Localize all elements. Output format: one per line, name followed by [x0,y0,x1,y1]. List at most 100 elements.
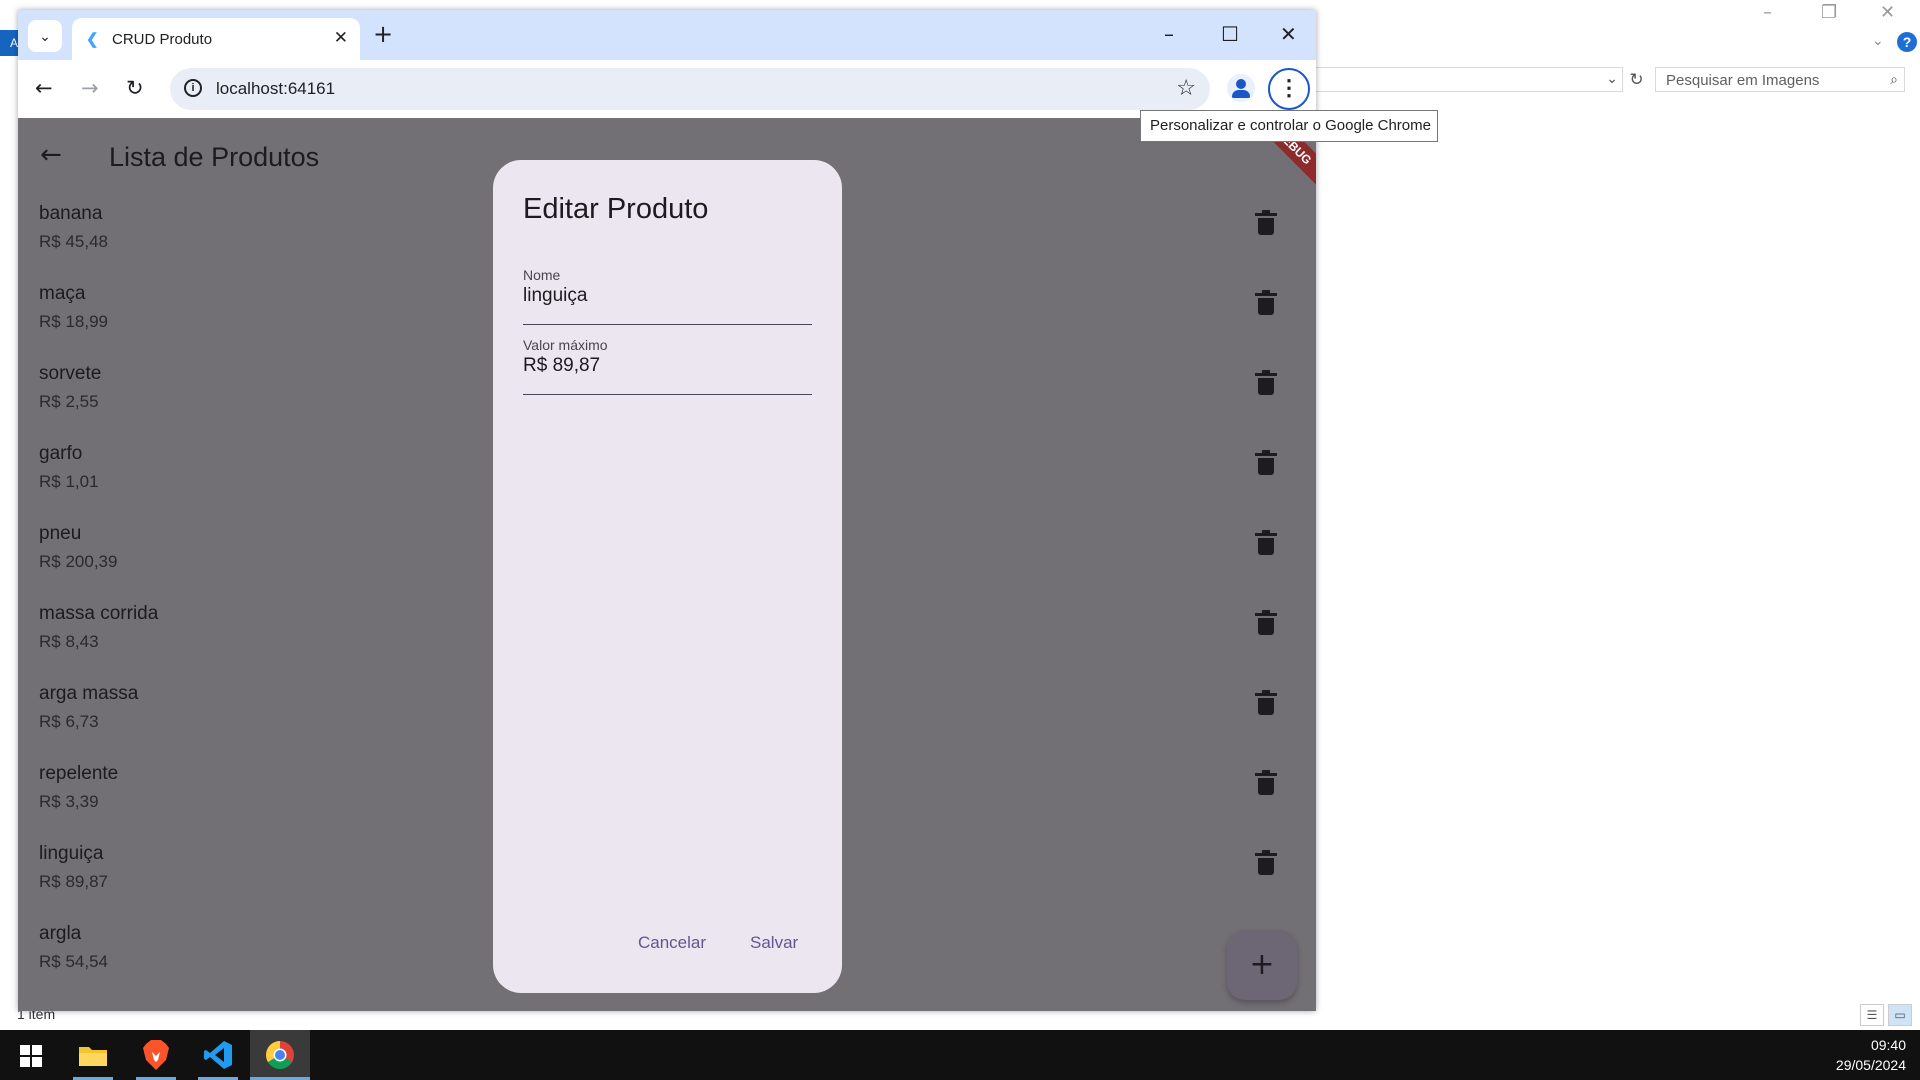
forward-icon[interactable]: → [81,74,99,102]
back-arrow-icon[interactable]: ← [40,140,62,170]
back-icon[interactable]: ← [35,74,53,102]
site-info-icon[interactable]: i [184,79,202,97]
nome-label: Nome [523,267,561,283]
tab-search-button[interactable]: ⌄ [28,20,62,52]
edit-product-dialog: Editar Produto Nome linguiça Valor máxim… [493,160,842,993]
explorer-restore-button[interactable]: ❐ [1821,2,1837,23]
address-bar[interactable]: i localhost:64161 ☆ [170,68,1210,110]
trash-lid [1255,373,1277,376]
product-price: R$ 6,73 [39,712,99,731]
url-text[interactable]: localhost:64161 [216,79,335,99]
details-view-icon[interactable]: ☰ [1860,1004,1884,1026]
browser-toolbar: ← → ↻ i localhost:64161 ☆ ⋮ [18,60,1316,118]
trash-lid [1255,773,1277,776]
nome-field[interactable]: Nome linguiça [523,267,812,325]
product-name: pneu [39,523,82,544]
product-price: R$ 8,43 [39,632,99,651]
explorer-search-input[interactable]: Pesquisar em Imagens ⌕ [1655,67,1905,92]
minimize-button[interactable]: – [1164,22,1174,46]
trash-lid [1255,853,1277,856]
clock-date: 29/05/2024 [1835,1057,1906,1073]
delete-icon[interactable] [1255,850,1277,876]
product-price: R$ 2,55 [39,392,99,411]
trash-lid [1255,533,1277,536]
product-price: R$ 54,54 [39,952,108,971]
ribbon-collapse-icon[interactable]: ⌄ [1872,32,1884,49]
close-window-button[interactable]: ✕ [1280,22,1297,46]
new-tab-button[interactable]: + [373,22,393,46]
chrome-icon [266,1041,294,1069]
help-icon[interactable]: ? [1897,32,1917,52]
explorer-minimize-button[interactable]: – [1763,2,1772,23]
trash-lid [1255,213,1277,216]
trash-bin [1258,218,1274,235]
valor-input[interactable]: R$ 89,87 [523,355,600,377]
valor-label: Valor máximo [523,337,608,353]
delete-icon[interactable] [1255,530,1277,556]
delete-icon[interactable] [1255,210,1277,236]
tab-title: CRUD Produto [112,31,213,48]
search-icon: ⌕ [1890,71,1898,87]
vscode-taskbar-icon[interactable] [188,1030,248,1080]
file-explorer-taskbar-icon[interactable] [63,1030,123,1080]
cancel-button[interactable]: Cancelar [638,933,706,953]
trash-bin [1258,778,1274,795]
trash-lid [1255,613,1277,616]
tab-strip: ⌄ ❮ CRUD Produto ✕ + – ☐ ✕ [18,10,1316,60]
page-viewport: ← Lista de Produtos DEBUG banana R$ 45,48… [18,118,1316,1011]
product-name: arga massa [39,683,139,704]
search-placeholder: Pesquisar em Imagens [1666,72,1820,89]
brave-taskbar-icon[interactable] [126,1030,186,1080]
maximize-button[interactable]: ☐ [1221,22,1239,46]
product-name: banana [39,203,103,224]
delete-icon[interactable] [1255,370,1277,396]
tab-crud-produto[interactable]: ❮ CRUD Produto ✕ [72,18,360,60]
delete-icon[interactable] [1255,690,1277,716]
delete-icon[interactable] [1255,610,1277,636]
chrome-window: ⌄ ❮ CRUD Produto ✕ + – ☐ ✕ ← → ↻ i local… [18,10,1316,1011]
product-name: massa corrida [39,603,159,624]
bookmark-star-icon[interactable]: ☆ [1176,76,1196,101]
profile-body [1232,90,1250,98]
chrome-menu-button[interactable]: ⋮ [1268,68,1310,110]
valor-field[interactable]: Valor máximo R$ 89,87 [523,337,812,395]
trash-bin [1258,458,1274,475]
taskbar: 09:40 29/05/2024 [0,1030,1920,1080]
product-name: sorvete [39,363,102,384]
close-tab-icon[interactable]: ✕ [334,28,348,48]
save-button[interactable]: Salvar [750,933,798,953]
delete-icon[interactable] [1255,450,1277,476]
chevron-down-icon[interactable]: ⌄ [1606,70,1618,87]
start-tile [32,1045,42,1055]
nome-input[interactable]: linguiça [523,285,587,307]
product-price: R$ 18,99 [39,312,108,331]
product-price: R$ 89,87 [39,872,108,891]
trash-lid [1255,293,1277,296]
trash-bin [1258,378,1274,395]
profile-avatar-icon[interactable] [1227,74,1255,102]
trash-bin [1258,298,1274,315]
trash-bin [1258,618,1274,635]
clock-time: 09:40 [1870,1037,1906,1053]
explorer-close-button[interactable]: ✕ [1880,2,1895,23]
system-clock[interactable]: 09:40 29/05/2024 [1836,1035,1906,1075]
explorer-address-bar[interactable]: ⌄ [1315,67,1623,92]
chrome-taskbar-icon[interactable] [250,1030,310,1080]
page-title: Lista de Produtos [109,142,320,172]
trash-lid [1255,453,1277,456]
profile-head [1236,79,1246,89]
reload-icon[interactable]: ↻ [126,74,144,102]
flutter-icon: ❮ [86,31,99,48]
large-icons-view-icon[interactable]: ▭ [1888,1004,1912,1026]
product-price: R$ 200,39 [39,552,118,571]
explorer-ribbon-tab[interactable]: A [0,30,18,56]
refresh-icon[interactable]: ↻ [1624,67,1649,92]
trash-bin [1258,858,1274,875]
windows-start-icon[interactable] [20,1045,42,1067]
folder-icon [79,1047,107,1066]
add-icon[interactable]: + [1227,930,1297,1000]
product-name: repelente [39,763,119,784]
dialog-title: Editar Produto [523,193,709,225]
delete-icon[interactable] [1255,290,1277,316]
delete-icon[interactable] [1255,770,1277,796]
